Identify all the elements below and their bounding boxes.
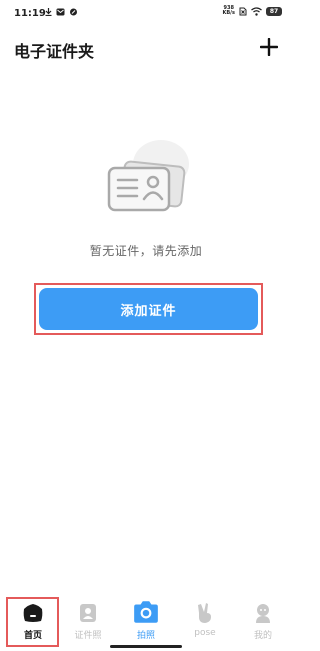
app-header: 电子证件夹 [0,30,292,66]
no-sim-icon [239,7,247,15]
id-photo-icon [80,604,96,622]
page-title: 电子证件夹 [14,42,95,61]
tab-home-label: 首页 [23,631,42,641]
network-speed: 938 KB/s [223,6,236,16]
add-certificate-button[interactable]: 添加证件 [39,288,258,330]
network-speed-unit: KB/s [222,10,236,16]
empty-state-message: 暂无证件，请先添加 [89,244,203,258]
tab-home[interactable]: 首页 [4,594,62,646]
plus-icon[interactable] [260,38,278,56]
battery-indicator: 87 [266,6,282,16]
gesture-home-indicator [110,645,182,648]
tab-profile-label: 我的 [253,631,272,641]
status-notification-icons [45,8,78,16]
link-icon [70,8,77,16]
tab-camera-label: 拍照 [136,631,155,641]
id-card-icon [107,140,189,212]
add-certificate-highlight: 添加证件 [34,283,263,335]
tab-pose[interactable]: pose [176,594,234,646]
tab-pose-label: pose [194,628,216,638]
tab-camera[interactable]: 拍照 [117,594,175,646]
wifi-icon [251,6,262,16]
mail-icon [56,8,65,16]
camera-icon [134,601,158,623]
hand-pose-icon [198,603,211,623]
status-system-icons: 938 KB/s 87 [223,6,282,16]
status-bar: 11:19 938 KB/s 87 [0,0,292,30]
tab-id-photo[interactable]: 证件照 [59,594,117,646]
status-time: 11:19 [14,8,46,19]
download-icon [45,8,52,16]
home-icon [23,604,43,622]
tab-profile[interactable]: 我的 [234,594,292,646]
profile-icon [256,604,270,623]
bottom-tab-bar: 首页 证件照 拍照 pose 我的 [0,594,292,651]
tab-id-photo-label: 证件照 [74,631,102,641]
